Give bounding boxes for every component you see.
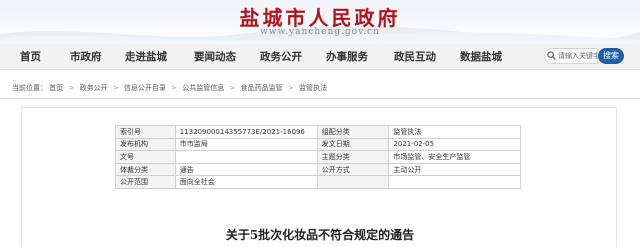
meta-value [388, 175, 521, 189]
meta-key: 主题分类 [316, 150, 390, 164]
nav-item-data-yancheng[interactable]: 数据盐城 [460, 44, 502, 70]
meta-key: 组配分类 [316, 125, 390, 139]
breadcrumb-item-public-supervision[interactable]: 公共监管信息 [182, 83, 224, 93]
meta-value: 11320900014355773E/2021-16096 [174, 125, 318, 139]
site-domain: www.yancheng.gov.cn [260, 27, 380, 37]
meta-key [316, 175, 390, 189]
breadcrumb-item-food-drug[interactable]: 食品药品监管 [241, 83, 283, 93]
meta-value: 市市监局 [174, 137, 318, 152]
breadcrumb-item-home[interactable]: 首页 [49, 83, 63, 93]
meta-key: 文号 [115, 150, 176, 164]
nav-item-news[interactable]: 要闻动态 [194, 44, 236, 70]
search-icon [547, 51, 556, 60]
document-title: 关于5批次化妆品不符合规定的通告 [225, 228, 415, 242]
meta-value: 监管执法 [388, 125, 521, 139]
meta-value: 通告 [174, 162, 318, 177]
breadcrumb-separator: > [171, 84, 178, 92]
meta-key: 公开方式 [316, 162, 390, 177]
table-row: 发布机构 市市监局 发文日期 2021-02-05 [115, 137, 521, 152]
search-button[interactable]: 搜索 [598, 48, 624, 64]
table-row: 索引号 11320900014355773E/2021-16096 组配分类 监… [115, 125, 521, 139]
breadcrumb-label: 当前位置： [12, 84, 47, 92]
nav-item-services[interactable]: 办事服务 [326, 44, 368, 70]
meta-value: 面向全社会 [174, 175, 318, 189]
table-row: 体裁分类 通告 公开方式 主动公开 [115, 162, 521, 177]
nav-item-about-yancheng[interactable]: 走进盐城 [125, 44, 167, 70]
breadcrumb-separator: > [112, 84, 119, 92]
meta-value: 2021-02-05 [388, 137, 521, 152]
nav-item-home[interactable]: 首页 [20, 44, 41, 70]
breadcrumb-separator: > [287, 84, 294, 92]
nav-item-public-interaction[interactable]: 政民互动 [394, 44, 436, 70]
meta-key: 公开范围 [115, 175, 176, 189]
table-row: 文号 主题分类 市场监管、安全生产监管 [115, 150, 521, 164]
meta-key: 索引号 [115, 125, 176, 139]
breadcrumb-separator: > [68, 84, 75, 92]
meta-key: 体裁分类 [115, 162, 176, 177]
meta-key: 发布机构 [115, 137, 176, 152]
document-meta-table: 索引号 11320900014355773E/2021-16096 组配分类 监… [115, 125, 521, 189]
table-row: 公开范围 面向全社会 [115, 175, 521, 189]
nav-item-city-government[interactable]: 市政府 [70, 44, 102, 70]
meta-key: 发文日期 [316, 137, 390, 152]
breadcrumb: 当前位置： 首页 > 政务公开 > 信息公开目录 > 公共监管信息 > 食品药品… [12, 83, 327, 95]
site-banner: 盐城市人民政府 www.yancheng.gov.cn [0, 0, 640, 44]
meta-value: 主动公开 [388, 162, 521, 177]
meta-value [174, 150, 318, 164]
meta-value: 市场监管、安全生产监管 [388, 150, 521, 164]
breadcrumb-separator: > [229, 84, 236, 92]
nav-item-government-affairs[interactable]: 政务公开 [260, 44, 302, 70]
breadcrumb-item-government-affairs[interactable]: 政务公开 [80, 83, 108, 93]
breadcrumb-divider [0, 98, 640, 99]
breadcrumb-item-enforcement[interactable]: 监管执法 [299, 83, 327, 93]
breadcrumb-item-catalog[interactable]: 信息公开目录 [124, 83, 166, 93]
